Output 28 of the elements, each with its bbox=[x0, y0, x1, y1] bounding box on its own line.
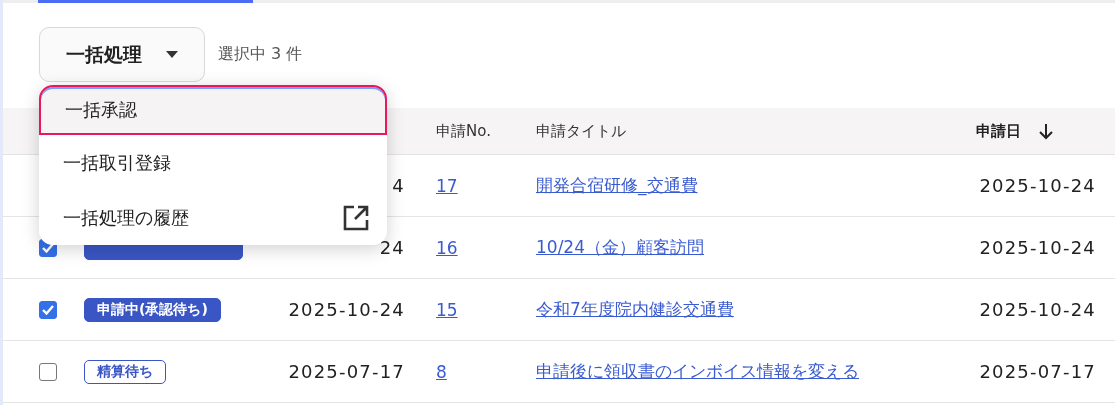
table-cell-text: 4 bbox=[391, 175, 405, 196]
column-header[interactable]: 申請No. bbox=[436, 121, 491, 141]
table-cell-text: 2025-07-17 bbox=[978, 361, 1096, 382]
menu-item[interactable]: 一括取引登録 bbox=[39, 135, 387, 190]
request-number-link[interactable]: 8 bbox=[436, 361, 447, 382]
bulk-action-button[interactable]: 一括処理 bbox=[39, 27, 205, 82]
table-cell-text: 2025-10-24 bbox=[978, 237, 1096, 258]
table-cell-text: 2025-10-24 bbox=[287, 299, 405, 320]
request-title-link[interactable]: 令和7年度院内健診交通費 bbox=[536, 298, 734, 321]
request-number-link[interactable]: 17 bbox=[436, 175, 458, 196]
table-cell-text: 2025-10-24 bbox=[978, 299, 1096, 320]
status-badge: 申請中(承認待ち) bbox=[84, 297, 221, 322]
selection-count: 選択中 3 件 bbox=[218, 44, 303, 65]
request-number-link[interactable]: 16 bbox=[436, 237, 458, 258]
column-header[interactable]: 申請タイトル bbox=[536, 121, 626, 141]
menu-item[interactable]: 一括承認 bbox=[39, 85, 387, 135]
caret-icon bbox=[166, 51, 178, 58]
table-cell-text: 2025-07-17 bbox=[287, 361, 405, 382]
external-link-icon bbox=[343, 204, 369, 231]
table-cell-text: 24 bbox=[378, 237, 405, 258]
request-title-link[interactable]: 開発合宿研修_交通費 bbox=[536, 174, 698, 197]
request-title-link[interactable]: 10/24（金）顧客訪問 bbox=[536, 236, 704, 259]
column-header[interactable]: 申請日 bbox=[976, 121, 1021, 141]
request-title-link[interactable]: 申請後に領収書のインボイス情報を変える bbox=[536, 360, 859, 383]
status-badge: 精算待ち bbox=[84, 359, 166, 384]
table-cell-text: 2025-10-24 bbox=[978, 175, 1096, 196]
request-number-link[interactable]: 15 bbox=[436, 299, 458, 320]
sort-arrow-icon[interactable] bbox=[1039, 122, 1053, 140]
